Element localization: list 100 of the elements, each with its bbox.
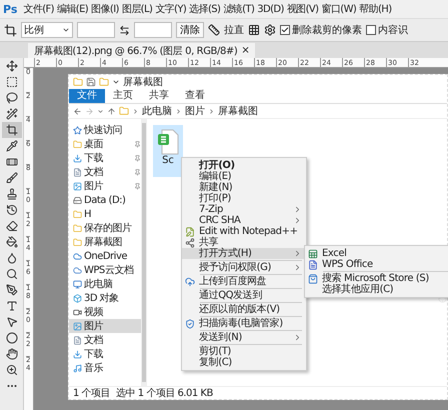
crop-tool-icon[interactable] [2, 122, 22, 138]
nav-item[interactable]: WPS云文档 [69, 263, 141, 277]
menu-item[interactable]: 帮助(H) [359, 2, 392, 16]
checkbox[interactable] [366, 25, 376, 35]
ribbon-tab[interactable]: 共享 [141, 89, 177, 103]
menu-item[interactable]: 新建(N) [182, 182, 306, 193]
folder-icon [99, 77, 109, 87]
menu-item[interactable]: 文字(Y) [155, 2, 186, 16]
nav-item[interactable]: 图片 [69, 179, 141, 193]
menu-item[interactable]: 复制(C) [182, 357, 306, 368]
menu-item[interactable]: 扫描病毒(电脑管家) [182, 318, 306, 329]
straighten-icon[interactable] [208, 24, 220, 36]
breadcrumb[interactable]: 此电脑 [142, 104, 172, 118]
nav-item[interactable]: 音乐 [69, 361, 141, 375]
nav-item[interactable]: OneDrive [69, 249, 141, 263]
crop-icon[interactable] [4, 24, 17, 36]
menu-item[interactable]: 选择其他应用(C) [305, 284, 448, 295]
ratio-dropdown[interactable]: 比例 [21, 22, 73, 38]
spreadsheet-file-icon [157, 129, 179, 155]
nav-item[interactable]: 图片 [69, 319, 141, 333]
menu-item[interactable]: 滤镜(T) [223, 2, 254, 16]
menu-item[interactable]: 打印(P) [182, 193, 306, 204]
music-icon [73, 364, 82, 372]
cloud-outline-icon [73, 266, 82, 274]
menu-item[interactable]: 打开方式(H) [182, 248, 306, 259]
nav-item[interactable]: 快速访问 [69, 123, 141, 137]
menu-item[interactable]: 文件(F) [23, 2, 54, 16]
chevron-icon [132, 108, 139, 114]
menu-item[interactable]: 还原以前的版本(V) [182, 304, 306, 315]
menu-item[interactable]: 共享 [182, 237, 306, 248]
menu-item[interactable]: 选择(S) [189, 2, 220, 16]
nav-item[interactable]: 下载 [69, 347, 141, 361]
nav-item[interactable]: 视频 [69, 305, 141, 319]
folder-icon [73, 210, 82, 218]
file-tile[interactable]: Sc [153, 125, 183, 177]
menu-item[interactable]: 编辑(E) [182, 171, 306, 182]
shield-icon [185, 318, 195, 328]
menu-item[interactable]: 上传到百度网盘 [182, 276, 306, 287]
back-icon[interactable] [73, 106, 82, 116]
menu-item[interactable]: WPS Office [305, 259, 448, 270]
breadcrumb[interactable]: 图片 [185, 104, 205, 118]
ribbon-tab[interactable]: 主页 [105, 89, 141, 103]
nav-item[interactable]: 此电脑 [69, 277, 141, 291]
menu-item[interactable]: 剪切(T) [182, 346, 306, 357]
menu-item[interactable]: 发送到(N) [182, 332, 306, 343]
document-tab[interactable]: 屏幕截图(12).png @ 66.7% (图层 0, RGB/8#) × [28, 43, 256, 58]
menu-item[interactable]: 3D(D) [257, 4, 284, 14]
nav-item[interactable]: 屏幕截图 [69, 235, 141, 249]
up-icon[interactable] [107, 106, 116, 116]
close-icon[interactable]: × [241, 45, 250, 56]
menu-item[interactable]: 搜索 Microsoft Store (S) [305, 273, 448, 284]
nav-item[interactable]: 桌面 [69, 137, 141, 151]
scrollbar[interactable] [142, 123, 146, 382]
menu-item[interactable]: 通过QQ发送到 [182, 290, 306, 301]
checkbox[interactable] [280, 25, 290, 35]
nav-item[interactable]: 保存的图片 [69, 221, 141, 235]
ribbon-tab[interactable]: 文件 [69, 89, 105, 103]
menu-item[interactable]: Edit with Notepad++ [182, 226, 306, 237]
nav-item[interactable]: 3D 对象 [69, 291, 141, 305]
nav-item[interactable]: 文档 [69, 165, 141, 179]
menu-item[interactable]: 图层(L) [122, 2, 152, 16]
chevron-icon [175, 108, 182, 114]
menu-item[interactable]: 编辑(E) [56, 2, 88, 16]
nav-item[interactable]: H [69, 207, 141, 221]
pin-icon [134, 154, 141, 162]
menu-item[interactable]: 窗口(W) [321, 2, 356, 16]
clear-button[interactable]: 清除 [176, 22, 204, 38]
height-field[interactable] [134, 22, 172, 38]
ribbon-tab[interactable]: 查看 [177, 89, 213, 103]
save-icon[interactable] [86, 77, 96, 87]
bag-icon [308, 274, 318, 284]
drive-icon [73, 196, 82, 204]
menu-item[interactable]: 打开(O) [182, 160, 306, 171]
breadcrumb[interactable]: 屏幕截图 [218, 104, 258, 118]
image-icon [73, 182, 82, 190]
pin-icon [134, 182, 141, 190]
spreadsheet-icon [308, 248, 318, 258]
cloud-upload-icon [185, 276, 195, 286]
folder-icon [119, 106, 129, 116]
menu-item[interactable]: 视图(V) [286, 2, 318, 16]
folder-icon [73, 238, 82, 246]
menu-item[interactable]: 图像(I) [91, 2, 119, 16]
menu-item[interactable]: 授予访问权限(G) [182, 262, 306, 273]
status-text: 选中 1 个项目 6.01 KB [116, 386, 213, 400]
menu-item[interactable]: 7-Zip [182, 204, 306, 215]
folder-icon [73, 140, 82, 148]
menu-item[interactable]: CRC SHA [182, 215, 306, 226]
width-field[interactable] [77, 22, 115, 38]
settings-icon[interactable] [264, 24, 276, 36]
swap-icon[interactable] [119, 24, 130, 36]
caret-icon[interactable] [112, 78, 120, 86]
menu-item[interactable]: Excel [305, 248, 448, 259]
cube-icon [73, 294, 82, 302]
status-text: 1 个项目 [73, 387, 110, 400]
nav-item[interactable]: 文档 [69, 333, 141, 347]
nav-item[interactable]: Data (D:) [69, 193, 141, 207]
checkbox-label: 删除裁剪的像素 [292, 24, 362, 37]
grid-icon[interactable] [248, 24, 260, 36]
nav-item[interactable]: 下载 [69, 151, 141, 165]
caret-icon [62, 26, 70, 34]
